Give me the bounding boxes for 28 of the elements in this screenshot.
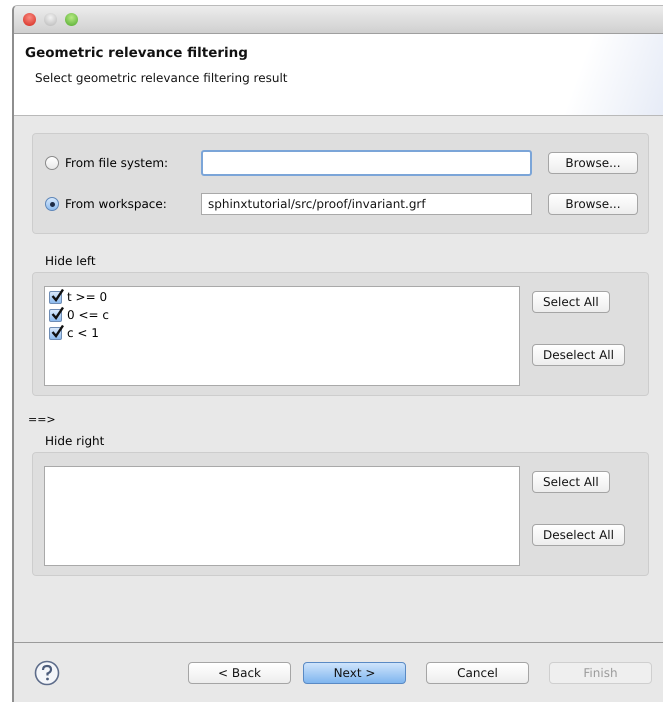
select-all-button[interactable]: Select All: [532, 471, 610, 493]
path-field[interactable]: [201, 150, 532, 176]
item-label: 0 <= c: [67, 308, 109, 322]
radio-button[interactable]: [45, 156, 59, 170]
wizard-button[interactable]: Next >: [303, 662, 406, 684]
radio-label: From workspace:: [65, 197, 168, 211]
item-label: t >= 0: [67, 290, 108, 304]
wizard-button[interactable]: < Back: [188, 662, 291, 684]
deselect-all-button[interactable]: Deselect All: [532, 344, 625, 366]
wizard-button[interactable]: Cancel: [426, 662, 529, 684]
checkbox[interactable]: [49, 326, 62, 340]
page-subtitle: Select geometric relevance filtering result: [35, 71, 288, 85]
browse-button[interactable]: Browse...: [548, 152, 638, 174]
page-title: Geometric relevance filtering: [25, 45, 249, 61]
path-field[interactable]: sphinxtutorial/src/proof/invariant.grf: [201, 193, 532, 215]
group-label: Hide right: [45, 434, 106, 449]
help-icon[interactable]: [34, 660, 60, 686]
select-all-button[interactable]: Select All: [532, 291, 610, 313]
close-icon[interactable]: [23, 13, 36, 26]
item-label: c < 1: [67, 326, 99, 340]
browse-button[interactable]: Browse...: [548, 193, 638, 215]
deselect-all-button[interactable]: Deselect All: [532, 524, 625, 546]
radio-label: From file system:: [65, 156, 170, 170]
arrow-label: ==>: [28, 413, 57, 426]
radio-button[interactable]: [45, 197, 59, 211]
checkbox[interactable]: [49, 308, 62, 322]
group-label: Hide left: [45, 254, 97, 269]
checkbox[interactable]: [49, 290, 62, 304]
